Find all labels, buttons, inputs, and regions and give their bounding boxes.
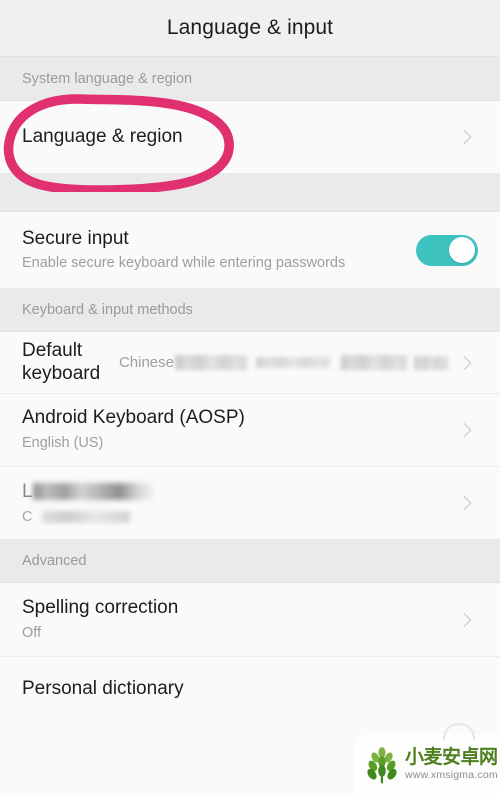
row-title: Android Keyboard (AOSP) [22, 407, 245, 429]
chevron-right-icon [456, 492, 478, 514]
toggle-knob [449, 237, 475, 263]
row-language-and-region[interactable]: Language & region [0, 101, 500, 173]
section-header-advanced: Advanced [0, 539, 500, 583]
row-title: Spelling correction [22, 597, 179, 619]
watermark-arc-decoration [443, 722, 475, 741]
site-watermark: 小麦安卓网 www.xmsigma.com [354, 722, 500, 795]
row-android-keyboard-aosp[interactable]: Android Keyboard (AOSP) English (US) [0, 393, 500, 466]
redacted-text-block [42, 510, 131, 523]
wheat-logo-icon [367, 746, 397, 783]
row-texts: L C [22, 481, 448, 525]
chevron-right-icon [456, 126, 478, 148]
row-title-visible-prefix: L [22, 480, 33, 502]
chevron-right-icon [456, 352, 478, 374]
watermark-text: 小麦安卓网 www.xmsigma.com [405, 748, 498, 781]
redacted-text-block [32, 483, 153, 500]
row-secure-input[interactable]: Secure input Enable secure keyboard whil… [0, 212, 500, 288]
default-keyboard-value-text: Chinese [118, 354, 174, 371]
section-header-secure-input-spacer [0, 173, 500, 212]
row-title: Default keyboard [22, 340, 101, 384]
row-texts: Spelling correction Off [22, 597, 448, 642]
section-header-keyboard-input-methods: Keyboard & input methods [0, 288, 500, 332]
redacted-text-block [175, 355, 247, 370]
row-texts: Default keyboard [22, 340, 109, 385]
row-title: L [22, 481, 448, 503]
row-texts: Language & region [22, 126, 448, 148]
row-title: Secure input [22, 227, 129, 249]
secure-input-toggle[interactable] [416, 234, 478, 266]
row-subtitle: C [22, 509, 448, 525]
watermark-site-name: 小麦安卓网 [405, 747, 498, 769]
row-personal-dictionary[interactable]: Personal dictionary [0, 656, 500, 722]
watermark-url: www.xmsigma.com [405, 769, 498, 782]
redacted-text-block [414, 355, 448, 370]
settings-screen: Language & input System language & regio… [0, 0, 500, 795]
row-default-keyboard[interactable]: Default keyboard Chinese [0, 332, 500, 393]
row-subtitle: Off [22, 624, 42, 641]
row-spelling-correction[interactable]: Spelling correction Off [0, 583, 500, 656]
default-keyboard-value: Chinese [119, 354, 448, 371]
chevron-right-icon [456, 609, 478, 631]
row-texts: Personal dictionary [22, 678, 478, 700]
row-subtitle: English (US) [22, 434, 104, 451]
row-subtitle: Enable secure keyboard while entering pa… [22, 255, 346, 272]
redacted-text-block [256, 357, 330, 368]
chevron-right-icon [456, 419, 478, 441]
section-header-system-language-region: System language & region [0, 57, 500, 101]
redacted-text-block [341, 355, 407, 370]
row-title: Personal dictionary [22, 677, 184, 699]
row-subtitle-visible-prefix: C [22, 508, 33, 525]
row-texts: Secure input Enable secure keyboard whil… [22, 228, 406, 273]
page-title: Language & input [166, 16, 334, 39]
app-title-bar: Language & input [0, 0, 500, 57]
row-texts: Android Keyboard (AOSP) English (US) [22, 407, 448, 452]
row-redacted-keyboard[interactable]: L C [0, 466, 500, 539]
row-title: Language & region [22, 125, 183, 147]
